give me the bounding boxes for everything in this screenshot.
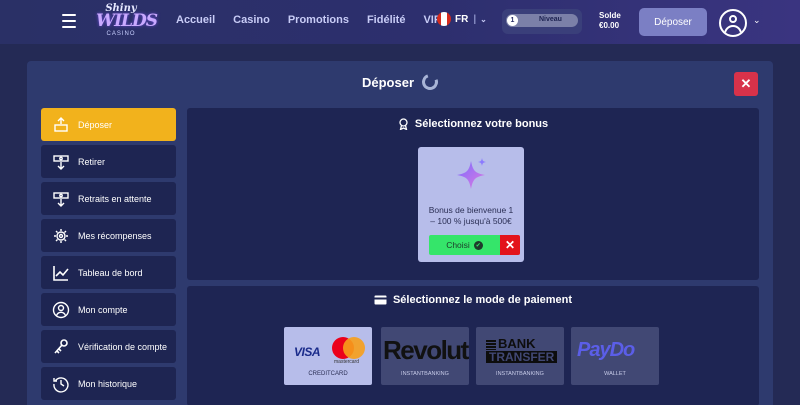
sidebar-item-label: Mon compte bbox=[78, 304, 128, 315]
sidebar-item-label: Mon historique bbox=[78, 378, 138, 389]
bonus-card[interactable]: Bonus de bienvenue 1 – 100 % jusqu'à 500… bbox=[418, 147, 524, 262]
balance: Solde €0.00 bbox=[599, 11, 621, 31]
chevron-down-icon[interactable]: ⌄ bbox=[753, 15, 761, 26]
modal-title: Déposer bbox=[27, 71, 773, 93]
level-bar: 1 Niveau bbox=[506, 14, 578, 27]
payment-method-paydo[interactable]: PayDo WALLET bbox=[571, 327, 659, 385]
sidebar-item-mon-compte[interactable]: Mon compte bbox=[41, 293, 176, 326]
header-deposit-button[interactable]: Déposer bbox=[639, 8, 707, 36]
site-logo[interactable]: Shiny WILDS CASINO bbox=[96, 2, 158, 42]
payment-caption: WALLET bbox=[604, 371, 626, 377]
payment-method-bank-transfer[interactable]: BANK TRANSFER INSTANTBANKING bbox=[476, 327, 564, 385]
nav-fidelite[interactable]: Fidélité bbox=[367, 14, 406, 26]
payment-method-revolut[interactable]: Revolut INSTANTBANKING bbox=[381, 327, 469, 385]
sidebar-item-label: Retraits en attente bbox=[78, 193, 152, 204]
remove-bonus-button[interactable]: ✕ bbox=[500, 235, 520, 255]
chevron-down-icon: ⌄ bbox=[480, 14, 487, 24]
sidebar-item-retirer[interactable]: Retirer bbox=[41, 145, 176, 178]
paydo-logo: PayDo bbox=[577, 339, 635, 361]
sidebar-item-label: Tableau de bord bbox=[78, 267, 143, 278]
withdraw-icon bbox=[52, 153, 70, 171]
dashboard-chart-icon bbox=[52, 264, 70, 282]
payment-caption: CREDITCARD bbox=[308, 371, 348, 377]
level-label: Niveau bbox=[539, 16, 562, 23]
sidebar-item-deposer[interactable]: Déposer bbox=[41, 108, 176, 141]
mastercard-logo: mastercard bbox=[332, 337, 366, 365]
deposit-icon bbox=[52, 116, 70, 134]
modal-sidebar: Déposer Retirer Retraits en attente Mes … bbox=[41, 108, 176, 404]
rewards-icon bbox=[52, 227, 70, 245]
bonus-panel: Sélectionnez votre bonus Bonus de bienve… bbox=[187, 108, 759, 280]
nav-accueil[interactable]: Accueil bbox=[176, 14, 215, 26]
sidebar-item-mes-recompenses[interactable]: Mes récompenses bbox=[41, 219, 176, 252]
choose-bonus-button[interactable]: Choisi ✔ bbox=[429, 235, 500, 255]
main-nav: Accueil Casino Promotions Fidélité VIP bbox=[176, 14, 459, 26]
bonus-description: Bonus de bienvenue 1 – 100 % jusqu'à 500… bbox=[428, 205, 514, 226]
menu-hamburger-icon[interactable] bbox=[62, 14, 76, 28]
bonus-panel-title: Sélectionnez votre bonus bbox=[187, 118, 759, 130]
level-progress[interactable]: 1 Niveau bbox=[502, 9, 582, 34]
sidebar-item-label: Retirer bbox=[78, 156, 106, 167]
revolut-logo: Revolut bbox=[383, 335, 469, 365]
sidebar-item-tableau-de-bord[interactable]: Tableau de bord bbox=[41, 256, 176, 289]
history-icon bbox=[52, 375, 70, 393]
balance-value: €0.00 bbox=[599, 21, 620, 30]
balance-label: Solde bbox=[599, 11, 621, 20]
avatar-icon[interactable] bbox=[719, 9, 747, 37]
payment-panel-title: Sélectionnez le mode de paiement bbox=[187, 294, 759, 306]
credit-card-icon bbox=[374, 295, 387, 305]
level-number: 1 bbox=[507, 15, 518, 26]
nav-promotions[interactable]: Promotions bbox=[288, 14, 349, 26]
refresh-icon[interactable] bbox=[419, 71, 441, 93]
close-button[interactable]: ✕ bbox=[734, 72, 758, 96]
payment-panel: Sélectionnez le mode de paiement VISA ma… bbox=[187, 286, 759, 405]
pending-withdraw-icon bbox=[52, 190, 70, 208]
language-code: FR bbox=[455, 13, 469, 25]
visa-logo: VISA bbox=[294, 345, 321, 359]
sidebar-item-label: Vérification de compte bbox=[78, 341, 168, 352]
language-selector[interactable]: FR | ⌄ bbox=[437, 12, 487, 26]
bank-transfer-logo: BANK TRANSFER bbox=[486, 337, 558, 366]
check-icon: ✔ bbox=[473, 240, 483, 250]
deposit-modal: Déposer ✕ Déposer Retirer Retraits en at… bbox=[27, 61, 773, 405]
payment-method-creditcard[interactable]: VISA mastercard CREDITCARD bbox=[284, 327, 372, 385]
key-icon bbox=[52, 338, 70, 356]
flag-icon bbox=[437, 12, 451, 26]
sidebar-item-verification-de-compte[interactable]: Vérification de compte bbox=[41, 330, 176, 363]
nav-casino[interactable]: Casino bbox=[233, 14, 270, 26]
sparkle-star-icon bbox=[457, 158, 486, 189]
user-icon bbox=[52, 301, 70, 319]
award-icon bbox=[399, 118, 408, 130]
separator: | bbox=[473, 13, 477, 25]
payment-caption: INSTANTBANKING bbox=[496, 371, 544, 377]
sidebar-item-mon-historique[interactable]: Mon historique bbox=[41, 367, 176, 400]
top-bar: Shiny WILDS CASINO Accueil Casino Promot… bbox=[0, 0, 800, 44]
sidebar-item-retraits-en-attente[interactable]: Retraits en attente bbox=[41, 182, 176, 215]
sidebar-item-label: Déposer bbox=[78, 119, 113, 130]
payment-caption: INSTANTBANKING bbox=[401, 371, 449, 377]
sidebar-item-label: Mes récompenses bbox=[78, 230, 152, 241]
